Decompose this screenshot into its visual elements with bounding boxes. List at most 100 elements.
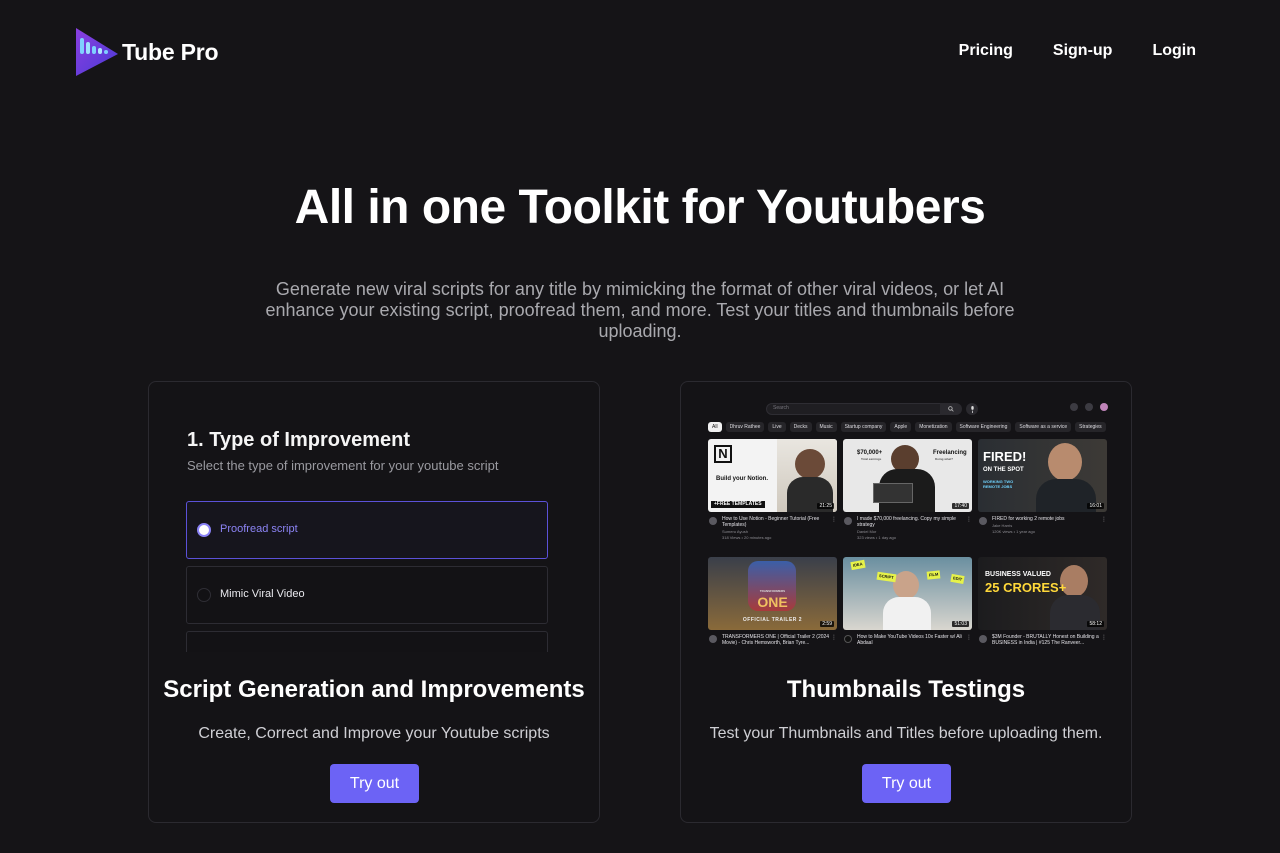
option-proofread-script[interactable]: Proofread script <box>186 501 548 559</box>
chip[interactable]: Software Engineering <box>955 422 1012 432</box>
more-options-icon[interactable]: ⋮ <box>966 634 972 641</box>
video-duration: 58:12 <box>1087 621 1104 627</box>
more-options-icon[interactable]: ⋮ <box>1101 516 1107 523</box>
thumb-text: SCRIPT <box>876 571 897 583</box>
option-label: Proofread script <box>220 523 298 535</box>
thumb-text: Freelancing <box>933 450 967 456</box>
video-thumbnail[interactable]: N Build your Notion. +FREE TEMPLATES 21:… <box>708 439 837 512</box>
thumb-text: 25 CRORES+ <box>985 580 1067 595</box>
yt-search-button[interactable] <box>940 403 962 415</box>
thumb-text: TRANSFORMERS <box>759 589 786 593</box>
video-meta: How to Make YouTube Videos 10x Faster w/… <box>843 634 972 652</box>
video-card[interactable]: $70,000+ Total earnings Freelancing Doin… <box>843 439 972 540</box>
chip[interactable]: Startup company <box>840 422 887 432</box>
yt-mic-button[interactable] <box>966 403 978 415</box>
create-icon[interactable] <box>1070 403 1078 411</box>
video-duration: 21:25 <box>817 503 834 509</box>
card-title: Script Generation and Improvements <box>163 676 585 703</box>
brand-logo[interactable]: Tube Pro <box>74 26 219 78</box>
video-meta: TRANSFORMERS ONE | Official Trailer 2 (2… <box>708 634 837 652</box>
chip[interactable]: Music <box>815 422 837 432</box>
youtube-feed-preview: Search All Dhruv Rathee Live Decks Music… <box>708 400 1108 652</box>
video-title[interactable]: How to Make YouTube Videos 10x Faster w/… <box>857 634 965 646</box>
channel-avatar[interactable] <box>709 517 717 525</box>
option-third[interactable] <box>186 631 548 652</box>
thumb-text: Doing what? <box>935 457 953 461</box>
chip[interactable]: Monetization <box>915 422 952 432</box>
nav-signup-link[interactable]: Sign-up <box>1053 42 1113 60</box>
hero-title: All in one Toolkit for Youtubers <box>294 181 986 234</box>
yt-chip-bar: All Dhruv Rathee Live Decks Music Startu… <box>708 422 1108 432</box>
script-generation-card: 1. Type of Improvement Select the type o… <box>148 381 600 823</box>
avatar[interactable] <box>1100 403 1108 411</box>
video-card[interactable]: IDEA SCRIPT FILM EDIT 51:03 How to Make … <box>843 557 972 646</box>
video-title[interactable]: I made $70,000 freelancing. Copy my simp… <box>857 516 965 528</box>
hero-subtitle: Generate new viral scripts for any title… <box>265 279 1015 341</box>
video-card[interactable]: N Build your Notion. +FREE TEMPLATES 21:… <box>708 439 837 540</box>
video-thumbnail[interactable]: IDEA SCRIPT FILM EDIT 51:03 <box>843 557 972 630</box>
radio-unselected-icon <box>197 588 211 602</box>
video-duration: 51:03 <box>952 621 969 627</box>
thumb-text: OFFICIAL TRAILER 2 <box>742 617 803 623</box>
thumbnail-try-out-button[interactable]: Try out <box>862 764 951 803</box>
video-thumbnail[interactable]: BUSINESS VALUED 25 CRORES+ 58:12 <box>978 557 1107 630</box>
video-thumbnail[interactable]: $70,000+ Total earnings Freelancing Doin… <box>843 439 972 512</box>
video-meta: I made $70,000 freelancing. Copy my simp… <box>843 516 972 546</box>
chip[interactable]: Strategies <box>1075 422 1106 432</box>
video-title[interactable]: $3M Founder - BRUTALLY Honest on Buildin… <box>992 634 1100 646</box>
thumb-text: ONE <box>757 594 788 610</box>
more-options-icon[interactable]: ⋮ <box>1101 634 1107 641</box>
video-info: Jake Harris 120K views • 1 year ago <box>992 523 1100 535</box>
bell-icon[interactable] <box>1085 403 1093 411</box>
video-meta: FIRED for working 2 remote jobs Jake Har… <box>978 516 1107 546</box>
script-improvement-preview: 1. Type of Improvement Select the type o… <box>149 382 599 652</box>
more-options-icon[interactable]: ⋮ <box>831 516 837 523</box>
thumb-text: BUSINESS VALUED <box>985 571 1051 578</box>
chip[interactable]: All <box>708 422 722 432</box>
main-nav: Pricing Sign-up Login <box>959 42 1196 60</box>
script-try-out-button[interactable]: Try out <box>330 764 419 803</box>
video-thumbnail[interactable]: FIRED! ON THE SPOT WORKING TWO REMOTE JO… <box>978 439 1107 512</box>
thumb-text: $70,000+ <box>857 450 883 456</box>
nav-login-link[interactable]: Login <box>1152 42 1196 60</box>
yt-search-input[interactable]: Search <box>766 403 961 415</box>
video-title[interactable]: TRANSFORMERS ONE | Official Trailer 2 (2… <box>722 634 830 646</box>
channel-avatar[interactable] <box>844 635 852 643</box>
channel-avatar[interactable] <box>979 635 987 643</box>
preview-subheading: Select the type of improvement for your … <box>187 458 499 473</box>
thumb-text: Total earnings <box>861 457 882 461</box>
thumb-text: FILM <box>926 570 941 580</box>
video-info: Daniel Mor 323 views • 1 day ago <box>857 529 965 541</box>
option-label: Mimic Viral Video <box>220 588 305 600</box>
thumb-text: Build your Notion. <box>716 476 768 482</box>
microphone-icon <box>970 405 974 413</box>
channel-avatar[interactable] <box>709 635 717 643</box>
channel-avatar[interactable] <box>844 517 852 525</box>
video-title[interactable]: How to Use Notion - Beginner Tutorial (F… <box>722 516 830 528</box>
channel-avatar[interactable] <box>979 517 987 525</box>
chip[interactable]: Live <box>768 422 786 432</box>
thumb-text: WORKING TWO REMOTE JOBS <box>983 479 1014 489</box>
preview-heading: 1. Type of Improvement <box>187 429 411 451</box>
brand-name: Tube Pro <box>122 38 219 65</box>
yt-header-icons <box>1070 403 1108 411</box>
thumb-text: IDEA <box>850 559 866 571</box>
more-options-icon[interactable]: ⋮ <box>831 634 837 641</box>
chip[interactable]: Decks <box>789 422 812 432</box>
card-description: Test your Thumbnails and Titles before u… <box>709 725 1103 742</box>
video-card[interactable]: BUSINESS VALUED 25 CRORES+ 58:12 $3M Fou… <box>978 557 1107 646</box>
video-card[interactable]: TRANSFORMERS ONE OFFICIAL TRAILER 2 2:59… <box>708 557 837 646</box>
thumb-text: +FREE TEMPLATES <box>711 501 765 508</box>
video-card[interactable]: FIRED! ON THE SPOT WORKING TWO REMOTE JO… <box>978 439 1107 534</box>
option-mimic-viral-video[interactable]: Mimic Viral Video <box>186 566 548 624</box>
thumb-text: FIRED! <box>983 449 1027 464</box>
nav-pricing-link[interactable]: Pricing <box>959 42 1013 60</box>
more-options-icon[interactable]: ⋮ <box>966 516 972 523</box>
video-stats: 120K views • 1 year ago <box>992 529 1035 534</box>
video-thumbnail[interactable]: TRANSFORMERS ONE OFFICIAL TRAILER 2 2:59 <box>708 557 837 630</box>
chip[interactable]: Apple <box>890 422 912 432</box>
chip[interactable]: Software as a service <box>1015 422 1072 432</box>
video-title[interactable]: FIRED for working 2 remote jobs <box>992 516 1100 522</box>
video-meta: How to Use Notion - Beginner Tutorial (F… <box>708 516 837 546</box>
chip[interactable]: Dhruv Rathee <box>725 422 765 432</box>
